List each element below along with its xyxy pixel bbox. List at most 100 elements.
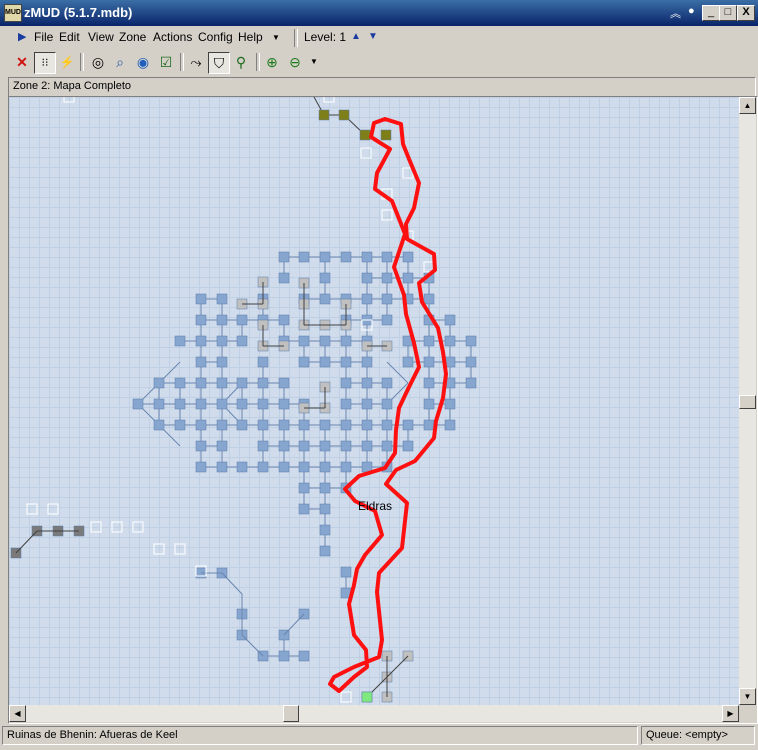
map-room: [278, 461, 290, 473]
speedwalk-icon[interactable]: ⚡: [57, 52, 77, 72]
close-button[interactable]: X: [737, 5, 755, 21]
map-room: [361, 272, 373, 284]
scroll-up-icon[interactable]: ▲: [739, 97, 756, 114]
menu-actions[interactable]: Actions: [153, 30, 192, 44]
map-canvas[interactable]: Eldras: [9, 97, 739, 705]
zone-bar: Zone 2: Mapa Completo: [8, 77, 756, 97]
map-room: [340, 335, 352, 347]
map-room: [236, 419, 248, 431]
map-room: [195, 377, 207, 389]
map-room-unexplored: [63, 97, 75, 103]
walk-path-icon[interactable]: ⤳: [186, 52, 206, 72]
map-room: [402, 440, 414, 452]
map-room-unexplored: [381, 209, 393, 221]
map-room: [195, 398, 207, 410]
level-label: Level: 1: [304, 30, 347, 44]
map-room: [402, 419, 414, 431]
map-exit: [15, 530, 38, 554]
map-room: [423, 356, 435, 368]
zmud-app-icon[interactable]: MUD: [4, 4, 22, 22]
map-room: [195, 440, 207, 452]
level-down-icon[interactable]: ▼: [368, 31, 378, 42]
map-room: [195, 314, 207, 326]
map-room: [195, 461, 207, 473]
menu-zone[interactable]: Zone: [119, 30, 146, 44]
zone-title: Zone 2: Mapa Completo: [13, 80, 132, 92]
map-room: [361, 356, 373, 368]
menu-config[interactable]: Config: [198, 30, 233, 44]
vertical-scrollbar[interactable]: ▲ ▼: [739, 97, 756, 705]
window-title: zMUD (5.1.7.mdb): [24, 5, 133, 20]
map-edit-icon[interactable]: ⛉: [208, 52, 230, 74]
minimize-button[interactable]: _: [702, 5, 720, 21]
map-room: [153, 377, 165, 389]
globe-icon[interactable]: ◉: [133, 52, 153, 72]
horizontal-scroll-thumb[interactable]: [283, 705, 299, 722]
scroll-left-icon[interactable]: ◀: [9, 705, 26, 722]
map-room-unexplored: [90, 521, 102, 533]
map-room: [381, 314, 393, 326]
level-up-icon[interactable]: ▲: [351, 31, 361, 42]
scroll-down-icon[interactable]: ▼: [739, 688, 756, 705]
map-room: [319, 524, 331, 536]
menu-help[interactable]: Help: [238, 30, 263, 44]
map-room: [257, 419, 269, 431]
map-room-olive: [380, 129, 392, 141]
map-room: [132, 398, 144, 410]
map-room: [340, 398, 352, 410]
map-room: [236, 461, 248, 473]
map-exit: [283, 613, 305, 636]
map-room: [465, 356, 477, 368]
map-room-current: [361, 691, 373, 703]
map-room: [278, 272, 290, 284]
status-bar: Ruinas de Bhenin: Afueras de Keel Queue:…: [0, 724, 758, 750]
map-room: [361, 377, 373, 389]
binoculars-icon[interactable]: ◎: [88, 52, 108, 72]
close-map-icon[interactable]: ✕: [12, 52, 32, 72]
map-room: [319, 419, 331, 431]
menu-view[interactable]: View: [88, 30, 114, 44]
pin-icon[interactable]: ●: [688, 5, 695, 17]
zoom-out-icon[interactable]: ⊖: [285, 52, 305, 72]
menu-file[interactable]: File: [34, 30, 53, 44]
map-room: [381, 251, 393, 263]
horizontal-scrollbar[interactable]: ◀ ▶: [9, 705, 739, 722]
menu-overflow-icon[interactable]: ▼: [272, 33, 280, 42]
walker-icon[interactable]: ⚲: [231, 52, 251, 72]
map-room: [236, 398, 248, 410]
map-room: [319, 440, 331, 452]
scroll-right-icon[interactable]: ▶: [722, 705, 739, 722]
checkbox-icon[interactable]: ☑: [156, 52, 176, 72]
map-room: [257, 461, 269, 473]
zoom-dropdown-icon[interactable]: ▼: [304, 52, 324, 72]
map-room: [381, 293, 393, 305]
map-room-unexplored: [132, 521, 144, 533]
map-room: [216, 419, 228, 431]
map-room: [195, 335, 207, 347]
rollup-icon[interactable]: ︽: [670, 5, 681, 21]
map-room: [174, 398, 186, 410]
zoom-in-icon[interactable]: ⊕: [262, 52, 282, 72]
map-graph[interactable]: [9, 97, 739, 705]
map-room: [216, 293, 228, 305]
map-room: [298, 335, 310, 347]
area-label: Eldras: [358, 499, 393, 513]
find-icon[interactable]: ⌕: [110, 52, 130, 72]
map-room: [340, 419, 352, 431]
map-room: [319, 461, 331, 473]
show-rooms-icon[interactable]: ⁝⁝: [34, 52, 56, 74]
map-room: [381, 272, 393, 284]
map-room: [298, 419, 310, 431]
map-room: [298, 503, 310, 515]
map-room: [298, 461, 310, 473]
maximize-button[interactable]: □: [719, 5, 737, 21]
map-room: [340, 461, 352, 473]
vertical-scroll-thumb[interactable]: [739, 395, 756, 409]
map-room: [298, 482, 310, 494]
map-room: [278, 377, 290, 389]
map-room: [340, 251, 352, 263]
play-icon[interactable]: ▶: [18, 30, 26, 43]
menu-edit[interactable]: Edit: [59, 30, 80, 44]
map-room: [340, 440, 352, 452]
map-room: [361, 251, 373, 263]
